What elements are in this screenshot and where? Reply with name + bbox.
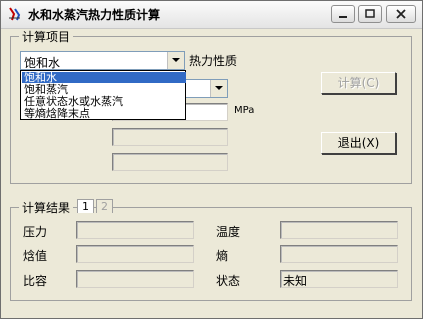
calc-item-select[interactable]: 饱和水 [20, 51, 185, 70]
app-window: 水和水蒸汽热力性质计算 计算项目 饱和水 热力性质 MPa 计算(C) 退出(X… [0, 0, 423, 319]
enthalpy-label: 焓值 [23, 249, 48, 263]
window-title: 水和水蒸汽热力性质计算 [28, 8, 161, 22]
state-result: 未知 [280, 270, 398, 288]
pressure-label: 压力 [23, 225, 48, 239]
temperature-label: 温度 [216, 225, 241, 239]
result-tab-2[interactable]: 2 [96, 199, 113, 213]
dropdown-option[interactable]: 任意状态水或水蒸汽 [22, 96, 186, 107]
state-value: 未知 [283, 274, 308, 288]
chevron-down-icon[interactable] [210, 80, 227, 97]
minimize-button[interactable] [331, 5, 355, 23]
input-group-legend: 计算项目 [22, 30, 71, 44]
input-field-3[interactable] [112, 153, 228, 171]
specific-volume-result [76, 270, 194, 288]
dropdown-option[interactable]: 等熵焓降末点 [22, 108, 186, 119]
result-tab-1[interactable]: 1 [77, 199, 94, 213]
maximize-button[interactable] [358, 5, 382, 23]
state-label: 状态 [216, 274, 241, 288]
calc-item-dropdown-list[interactable]: 饱和水 饱和蒸汽 任意状态水或水蒸汽 等熵焓降末点 [20, 70, 186, 120]
input-field-2[interactable] [112, 128, 228, 146]
enthalpy-result [76, 245, 194, 263]
app-icon [7, 6, 23, 22]
exit-button[interactable]: 退出(X) [321, 132, 396, 154]
title-bar[interactable]: 水和水蒸汽热力性质计算 [1, 1, 422, 29]
pressure-result [76, 221, 194, 239]
result-group-legend: 计算结果 [22, 201, 71, 215]
specific-volume-label: 比容 [23, 274, 48, 288]
entropy-result [280, 245, 398, 263]
property-label: 热力性质 [189, 54, 238, 68]
close-button[interactable] [386, 5, 416, 23]
entropy-label: 熵 [216, 249, 229, 263]
calc-item-value: 饱和水 [24, 56, 61, 70]
dropdown-option[interactable]: 饱和水 [22, 72, 186, 83]
calculate-button[interactable]: 计算(C) [321, 72, 396, 94]
temperature-result [280, 221, 398, 239]
chevron-down-icon[interactable] [167, 52, 184, 69]
unit-label: MPa [234, 105, 255, 116]
dropdown-option[interactable]: 饱和蒸汽 [22, 84, 186, 95]
